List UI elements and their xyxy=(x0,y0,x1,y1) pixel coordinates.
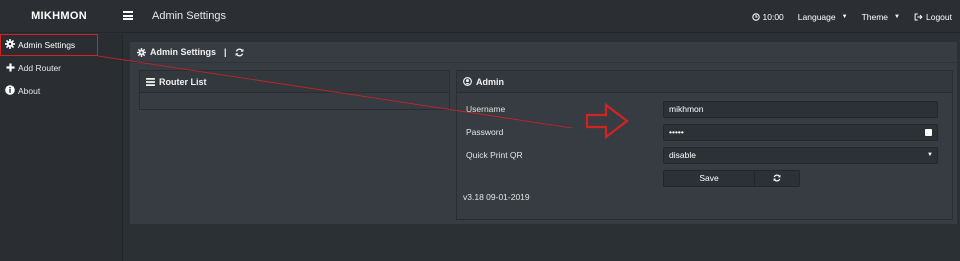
admin-settings-panel: Admin Settings | Router List Admin Usern… xyxy=(129,41,958,225)
password-row: Password ••••• xyxy=(457,124,952,141)
save-button[interactable]: Save xyxy=(663,170,755,187)
router-list-title: Router List xyxy=(159,76,207,87)
quick-print-qr-label: Quick Print QR xyxy=(466,150,523,160)
annotation-highlight-box xyxy=(0,34,98,56)
page-title: Admin Settings xyxy=(152,10,226,22)
brand-logo[interactable]: MIKHMON xyxy=(0,0,118,33)
admin-actions: Save xyxy=(663,170,800,187)
password-field[interactable]: ••••• xyxy=(663,124,938,141)
username-row: Username mikhmon xyxy=(457,101,952,118)
router-list-header: Router List xyxy=(140,71,449,93)
password-value: ••••• xyxy=(669,127,684,137)
clock: 10:00 xyxy=(751,11,784,22)
refresh-icon[interactable] xyxy=(235,48,244,57)
caret-down-icon: ▼ xyxy=(841,13,848,20)
admin-card: Admin Username mikhmon Password ••••• Qu… xyxy=(456,70,953,220)
caret-down-icon: ▼ xyxy=(927,152,933,158)
sidebar-item-label: Add Router xyxy=(18,63,61,73)
panel-header: Admin Settings | xyxy=(130,42,957,63)
admin-card-header: Admin xyxy=(457,71,952,93)
logout-link[interactable]: Logout xyxy=(914,12,952,22)
gear-icon xyxy=(137,47,146,57)
refresh-icon xyxy=(773,174,781,182)
quick-print-qr-select[interactable]: disable ▼ xyxy=(663,147,938,164)
reload-button[interactable] xyxy=(755,170,800,187)
sidebar-item-about[interactable]: About xyxy=(0,80,122,103)
info-icon xyxy=(4,80,16,103)
username-label: Username xyxy=(466,104,506,114)
theme-dropdown[interactable]: Theme ▼ xyxy=(862,12,900,22)
hamburger-menu-icon[interactable] xyxy=(123,11,133,20)
username-field[interactable]: mikhmon xyxy=(663,101,938,118)
sidebar: Admin Settings Add Router About xyxy=(0,34,123,261)
top-navbar: MIKHMON Admin Settings 10:00 Language ▼ … xyxy=(0,0,960,33)
clock-time: 10:00 xyxy=(762,11,784,22)
password-label: Password xyxy=(466,127,504,137)
quick-print-qr-value: disable xyxy=(669,150,696,160)
admin-card-title: Admin xyxy=(476,76,504,87)
show-password-checkbox[interactable] xyxy=(925,129,932,136)
sidebar-item-add-router[interactable]: Add Router xyxy=(0,57,122,80)
header-separator: | xyxy=(224,46,227,57)
sign-out-icon xyxy=(914,13,923,20)
logout-label: Logout xyxy=(926,11,952,22)
user-circle-icon xyxy=(463,77,472,86)
theme-label: Theme xyxy=(861,11,889,22)
language-dropdown[interactable]: Language ▼ xyxy=(798,12,848,22)
panel-title: Admin Settings xyxy=(150,46,217,57)
language-label: Language xyxy=(797,11,836,22)
caret-down-icon: ▼ xyxy=(894,13,900,20)
version-text: v3.18 09-01-2019 xyxy=(463,192,530,202)
router-list-card: Router List xyxy=(139,70,450,110)
quick-print-qr-row: Quick Print QR disable ▼ xyxy=(457,147,952,164)
plus-icon xyxy=(4,57,16,80)
list-icon xyxy=(146,77,155,86)
clock-icon xyxy=(751,12,760,21)
sidebar-item-label: About xyxy=(18,86,41,96)
